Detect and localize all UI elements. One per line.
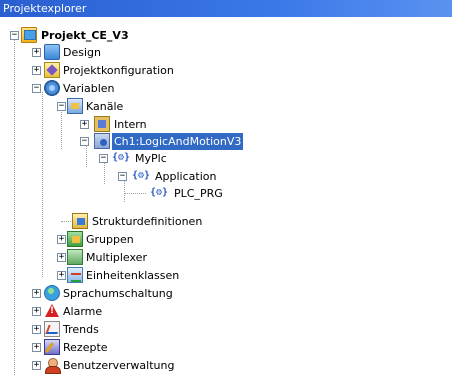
tree-item-label: Einheitenklassen <box>86 269 180 282</box>
tree-item-label: MyPlc <box>135 152 167 165</box>
multiplexer-icon <box>67 249 83 265</box>
tree-item-intern[interactable]: + Intern <box>0 116 452 133</box>
tree-item-label: Gruppen <box>86 233 134 246</box>
tree-item-label: Design <box>63 46 101 59</box>
config-icon <box>44 62 60 78</box>
expand-toggle[interactable]: + <box>57 235 66 244</box>
expand-toggle[interactable]: + <box>32 361 41 370</box>
tree-item-sprachumschaltung[interactable]: + Sprachumschaltung <box>0 285 452 302</box>
tree-item-myplc[interactable]: − {⚙} MyPlc <box>0 150 452 167</box>
expand-toggle[interactable]: + <box>80 120 89 129</box>
tree-item-label: Multiplexer <box>86 251 147 264</box>
project-tree[interactable]: − Projekt_CE_V3 + Design + Projektkonfig… <box>0 27 452 387</box>
tree-root[interactable]: − Projekt_CE_V3 <box>0 27 452 44</box>
tree-item-ch1[interactable]: − Ch1:LogicAndMotionV3 <box>0 133 452 150</box>
tree-item-label: Strukturdefinitionen <box>92 215 203 228</box>
tree-item-label: PLC_PRG <box>174 187 223 200</box>
expand-toggle[interactable]: + <box>57 253 66 262</box>
channel-icon <box>94 133 110 149</box>
collapse-toggle[interactable]: − <box>32 84 41 93</box>
tree-item-label: Variablen <box>63 82 115 95</box>
tree-item-strukturdefinitionen[interactable]: Strukturdefinitionen <box>0 213 452 230</box>
tree-item-alarme[interactable]: + Alarme <box>0 303 452 320</box>
project-icon <box>21 27 37 43</box>
trend-icon <box>44 321 60 337</box>
tree-item-label: Rezepte <box>63 341 108 354</box>
tree-item-label: Projektkonfiguration <box>63 64 174 77</box>
tree-item-kanaele[interactable]: − Kanäle <box>0 98 452 115</box>
collapse-toggle[interactable]: − <box>99 154 108 163</box>
tree-item-label: Kanäle <box>86 100 124 113</box>
tree-item-plc-prg[interactable]: {⚙} PLC_PRG <box>0 185 452 202</box>
expand-toggle[interactable]: + <box>32 307 41 316</box>
tree-item-trends[interactable]: + Trends <box>0 321 452 338</box>
collapse-toggle[interactable]: − <box>57 102 66 111</box>
curly-braces-icon: {⚙} <box>131 170 151 181</box>
tree-item-design[interactable]: + Design <box>0 44 452 61</box>
tree-item-application[interactable]: − {⚙} Application <box>0 168 452 185</box>
tree-item-label: Application <box>155 170 217 183</box>
panel-title-bar: Projektexplorer <box>0 0 452 17</box>
globe-icon <box>44 285 60 301</box>
tree-item-einheitenklassen[interactable]: + Einheitenklassen <box>0 267 452 284</box>
tree-connector <box>124 193 146 194</box>
tree-item-label: Benutzerverwaltung <box>63 359 175 372</box>
channels-icon <box>67 98 83 114</box>
structure-icon <box>72 213 88 229</box>
curly-braces-icon: {⚙} <box>111 152 131 163</box>
tree-item-projektkonfiguration[interactable]: + Projektkonfiguration <box>0 62 452 79</box>
tree-item-variablen[interactable]: − Variablen <box>0 80 452 97</box>
tree-item-label: Trends <box>63 323 99 336</box>
collapse-toggle[interactable]: − <box>118 172 127 181</box>
tree-item-label: Ch1:LogicAndMotionV3 <box>112 133 244 150</box>
tree-connector <box>61 221 71 222</box>
tree-item-multiplexer[interactable]: + Multiplexer <box>0 249 452 266</box>
recipe-icon <box>44 339 60 355</box>
collapse-toggle[interactable]: − <box>80 137 89 146</box>
curly-braces-icon: {⚙} <box>149 187 169 198</box>
user-icon <box>44 357 61 374</box>
unit-classes-icon <box>67 267 83 283</box>
tree-item-gruppen[interactable]: + Gruppen <box>0 231 452 248</box>
collapse-toggle[interactable]: − <box>10 31 19 40</box>
tree-item-rezepte[interactable]: + Rezepte <box>0 339 452 356</box>
panel-title: Projektexplorer <box>3 2 87 15</box>
intern-icon <box>94 116 110 132</box>
groups-icon <box>67 231 83 247</box>
tree-item-label: Projekt_CE_V3 <box>41 29 129 42</box>
expand-toggle[interactable]: + <box>32 289 41 298</box>
variables-icon <box>44 80 60 96</box>
folder-icon <box>44 44 60 60</box>
expand-toggle[interactable]: + <box>32 343 41 352</box>
expand-toggle[interactable]: + <box>32 66 41 75</box>
expand-toggle[interactable]: + <box>32 325 41 334</box>
tree-item-label: Sprachumschaltung <box>63 287 173 300</box>
tree-item-label: Intern <box>114 118 147 131</box>
expand-toggle[interactable]: + <box>32 48 41 57</box>
alarm-icon <box>44 303 60 319</box>
expand-toggle[interactable]: + <box>57 271 66 280</box>
tree-item-label: Alarme <box>63 305 103 318</box>
tree-item-benutzerverwaltung[interactable]: + Benutzerverwaltung <box>0 357 452 374</box>
